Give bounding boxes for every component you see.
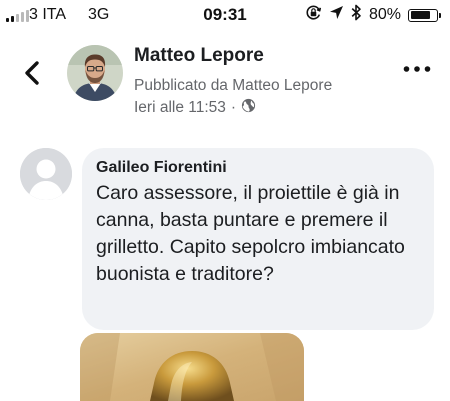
battery-percent: 80% xyxy=(368,6,401,23)
post-author-name[interactable]: Matteo Lepore xyxy=(134,45,264,67)
battery-icon xyxy=(408,8,441,22)
post-meta: Ieri alle 11:53 · xyxy=(134,98,256,118)
comment-bubble: Galileo Fiorentini Caro assessore, il pr… xyxy=(82,148,434,330)
comment-attached-photo[interactable] xyxy=(80,333,304,401)
chevron-left-icon xyxy=(25,61,39,85)
comment-author-name[interactable]: Galileo Fiorentini xyxy=(96,159,420,177)
status-bar: 3 ITA 3G 09:31 80% xyxy=(0,0,450,32)
globe-icon xyxy=(241,98,256,118)
more-options-icon xyxy=(403,66,431,72)
post-timestamp[interactable]: Ieri alle 11:53 xyxy=(134,99,226,117)
default-profile-icon xyxy=(20,148,72,200)
location-arrow-icon xyxy=(329,5,344,25)
status-indicators: 80% xyxy=(305,4,441,26)
comment-text: Caro assessore, il proiettile è già in c… xyxy=(96,182,405,285)
bluetooth-icon xyxy=(351,4,362,26)
rotation-lock-icon xyxy=(305,4,322,26)
published-by-label: Pubblicato da Matteo Lepore xyxy=(134,77,333,94)
commenter-avatar[interactable] xyxy=(20,148,72,200)
battery-level-fill xyxy=(410,11,430,19)
back-button[interactable] xyxy=(20,58,46,88)
meta-separator: · xyxy=(230,99,237,116)
author-avatar[interactable] xyxy=(67,45,123,101)
more-options-button[interactable] xyxy=(402,62,432,74)
